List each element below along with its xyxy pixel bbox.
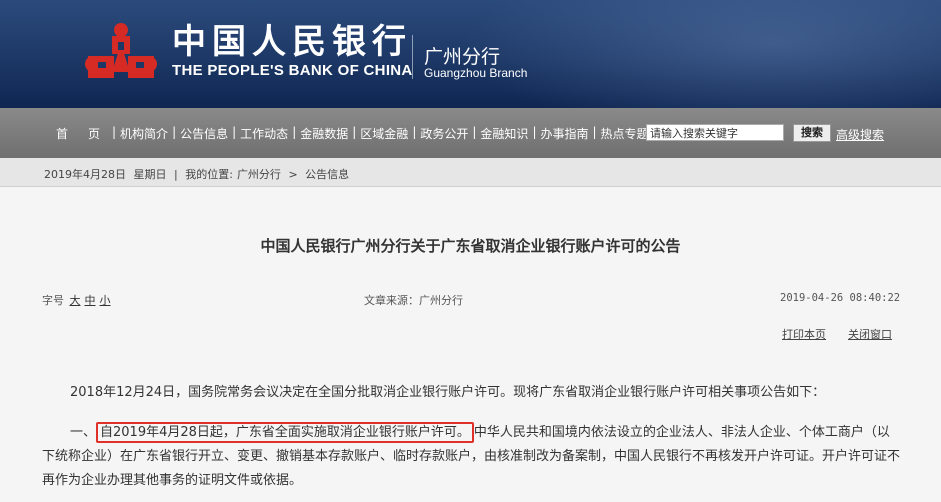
- nav-financial-data[interactable]: 金融数据: [296, 125, 352, 142]
- breadcrumb-item-branch[interactable]: 广州分行: [237, 168, 281, 181]
- pboc-logo-icon: [85, 23, 157, 78]
- banner-glow: [461, 0, 941, 108]
- bank-name-cn: 中国人民银行: [172, 22, 412, 62]
- breadcrumb-item-announcements[interactable]: 公告信息: [305, 168, 349, 181]
- article-source: 文章来源：广州分行: [364, 294, 463, 307]
- breadcrumb-separator: |: [174, 168, 178, 181]
- paragraph-2-prefix: 一、: [70, 425, 97, 440]
- bank-name-en: THE PEOPLE'S BANK OF CHINA: [172, 62, 413, 79]
- nav-work-news[interactable]: 工作动态: [236, 125, 292, 142]
- breadcrumb-prefix: 我的位置:: [185, 168, 233, 181]
- print-page-link[interactable]: 打印本页: [782, 326, 826, 342]
- search-input[interactable]: [646, 124, 784, 141]
- article-datetime: 2019-04-26 08:40:22: [780, 292, 901, 304]
- article-area: 中国人民银行广州分行关于广东省取消企业银行账户许可的公告 字号 大中小 文章来源…: [0, 187, 941, 502]
- article-paragraph-2: 一、 自2019年4月28日起，广东省全面实施取消企业银行账户许可。 中华人民共和国…: [42, 421, 902, 493]
- article-title: 中国人民银行广州分行关于广东省取消企业银行账户许可的公告: [260, 237, 681, 255]
- site-banner: 中国人民银行 THE PEOPLE'S BANK OF CHINA 广州分行 G…: [0, 0, 941, 108]
- location-bar: 2019年4月28日 星期日 | 我的位置: 广州分行 > 公告信息: [0, 158, 941, 187]
- nav-service-guide[interactable]: 办事指南: [536, 125, 592, 142]
- article-paragraph-1: 2018年12月24日，国务院常务会议决定在全国分批取消企业银行账户许可。现将广…: [70, 385, 826, 400]
- search-button[interactable]: 搜索: [793, 124, 831, 142]
- nav-announcements[interactable]: 公告信息: [176, 125, 232, 142]
- nav-items: 首页 | 机构简介 | 公告信息 | 工作动态 | 金融数据 | 区域金融 | …: [52, 125, 653, 142]
- advanced-search-link[interactable]: 高级搜索: [836, 126, 884, 143]
- font-size-small[interactable]: 小: [100, 294, 111, 307]
- branch-name-cn: 广州分行: [424, 46, 501, 68]
- nav-home[interactable]: 首页: [52, 125, 112, 142]
- current-date: 2019年4月28日: [44, 168, 126, 181]
- current-weekday: 星期日: [133, 168, 167, 181]
- font-size-controls: 字号 大中小: [42, 292, 113, 308]
- nav-regional-finance[interactable]: 区域金融: [356, 125, 412, 142]
- close-window-link[interactable]: 关闭窗口: [848, 326, 892, 342]
- nav-hot-topics[interactable]: 热点专题: [597, 125, 653, 142]
- font-size-medium[interactable]: 中: [85, 294, 96, 307]
- nav-government-affairs[interactable]: 政务公开: [416, 125, 472, 142]
- breadcrumb-arrow: >: [288, 168, 298, 181]
- highlighted-text: 自2019年4月28日起，广东省全面实施取消企业银行账户许可。: [96, 422, 474, 443]
- nav-financial-knowledge[interactable]: 金融知识: [476, 125, 532, 142]
- branch-name-en: Guangzhou Branch: [424, 66, 528, 80]
- font-size-large[interactable]: 大: [70, 294, 81, 307]
- branch-divider: [412, 35, 413, 79]
- nav-about[interactable]: 机构简介: [116, 125, 172, 142]
- font-size-label: 字号: [42, 294, 64, 307]
- breadcrumb: 2019年4月28日 星期日 | 我的位置: 广州分行 > 公告信息: [44, 166, 353, 182]
